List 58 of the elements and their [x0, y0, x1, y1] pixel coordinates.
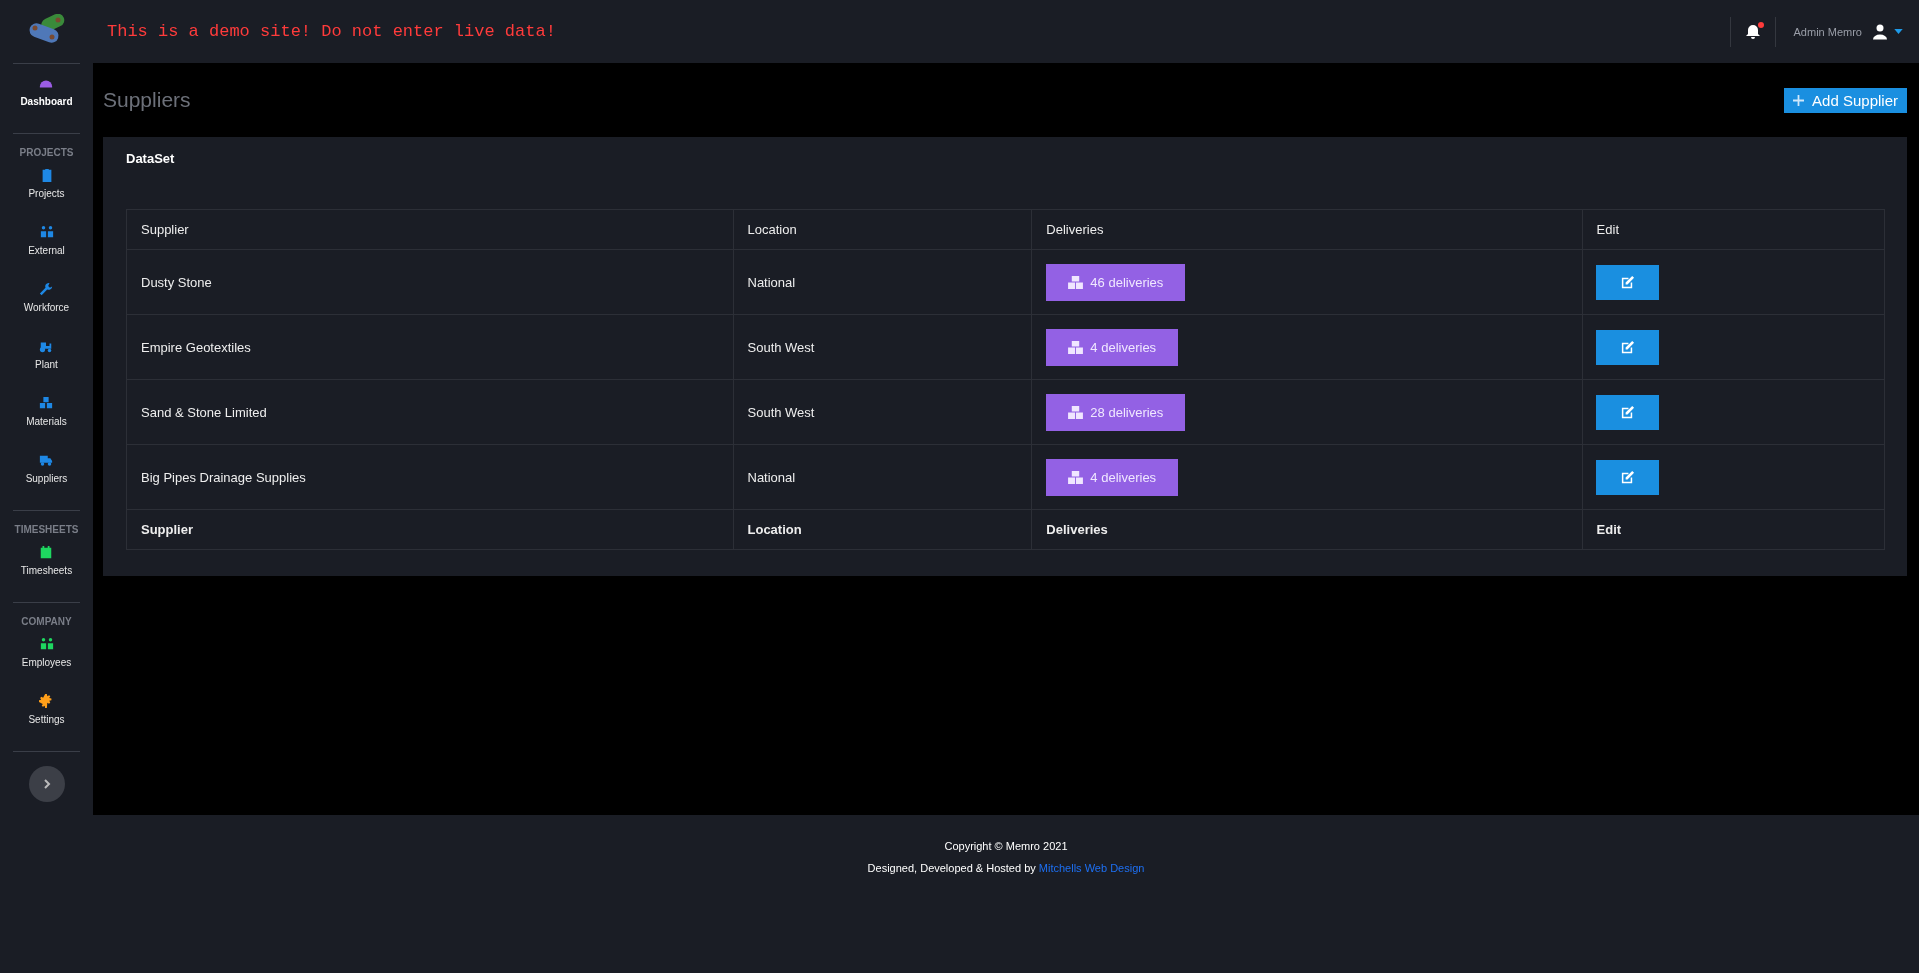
boxes-icon — [1068, 275, 1084, 289]
table-cell: South West — [733, 379, 1032, 445]
table-cell: Dusty Stone — [126, 249, 733, 315]
credit-text: Designed, Developed & Hosted by — [867, 862, 1036, 874]
sidebar-item[interactable]: Materials — [26, 392, 67, 449]
sidebar-item[interactable]: Settings — [28, 690, 65, 747]
sidebar-item[interactable]: Projects — [28, 164, 65, 221]
page-title: Suppliers — [103, 88, 191, 112]
card-title: DataSet — [126, 151, 176, 166]
column-footer: Edit — [1582, 509, 1885, 550]
edit-button[interactable] — [1595, 394, 1659, 430]
sidebar-item[interactable]: Plant — [35, 335, 58, 392]
designer-link[interactable]: Mitchells Web Design — [1038, 862, 1145, 874]
sidebar-item[interactable]: Dashboard — [20, 72, 73, 129]
demo-warning: This is a demo site! Do not enter live data! — [107, 22, 556, 41]
table-cell: Big Pipes Drainage Supplies — [126, 444, 733, 510]
column-header[interactable]: Supplier — [126, 209, 733, 250]
caret-icon — [1894, 29, 1903, 34]
table-cell: Empire Geotextiles — [126, 314, 733, 380]
deliveries-button[interactable]: 4 deliveries — [1046, 458, 1179, 496]
table-cell: National — [733, 249, 1032, 315]
section-heading: COMPANY — [21, 616, 72, 627]
table-cell: National — [733, 444, 1032, 510]
sidebar-item[interactable]: Suppliers — [25, 449, 68, 506]
edit-icon — [1619, 274, 1635, 290]
column-header[interactable]: Location — [733, 209, 1032, 250]
sidebar-item[interactable]: Timesheets — [20, 541, 73, 598]
edit-icon — [1619, 339, 1635, 355]
copyright-text: Copyright © Memro 2021 — [944, 840, 1068, 852]
sidebar-item[interactable]: Workforce — [23, 278, 70, 335]
edit-button[interactable] — [1595, 459, 1659, 495]
column-header[interactable]: Edit — [1582, 209, 1885, 250]
boxes-icon — [1068, 340, 1084, 354]
deliveries-button[interactable]: 28 deliveries — [1046, 393, 1186, 431]
bell-icon — [1744, 23, 1761, 40]
edit-icon — [1619, 469, 1635, 485]
table-cell: South West — [733, 314, 1032, 380]
deliveries-button[interactable]: 4 deliveries — [1046, 328, 1179, 366]
user-menu[interactable]: Admin Memro — [1789, 23, 1907, 40]
table-cell: Sand & Stone Limited — [126, 379, 733, 445]
edit-icon — [1619, 404, 1635, 420]
section-heading: TIMESHEETS — [14, 524, 79, 535]
sidebar-item[interactable]: External — [28, 221, 65, 278]
chevron-right-icon — [41, 779, 52, 789]
edit-button[interactable] — [1595, 329, 1659, 365]
column-footer: Location — [733, 509, 1032, 550]
deliveries-button[interactable]: 46 deliveries — [1046, 263, 1186, 301]
column-footer: Deliveries — [1031, 509, 1583, 550]
boxes-icon — [1068, 405, 1084, 419]
notifications-button[interactable] — [1744, 23, 1761, 40]
sidebar-item[interactable]: Employees — [21, 633, 72, 690]
user-icon — [1872, 23, 1888, 40]
column-footer: Supplier — [126, 509, 733, 550]
column-header[interactable]: Deliveries — [1031, 209, 1583, 250]
plus-icon — [1793, 94, 1805, 106]
section-heading: PROJECTS — [19, 147, 74, 158]
boxes-icon — [1068, 470, 1084, 484]
edit-button[interactable] — [1595, 264, 1659, 300]
